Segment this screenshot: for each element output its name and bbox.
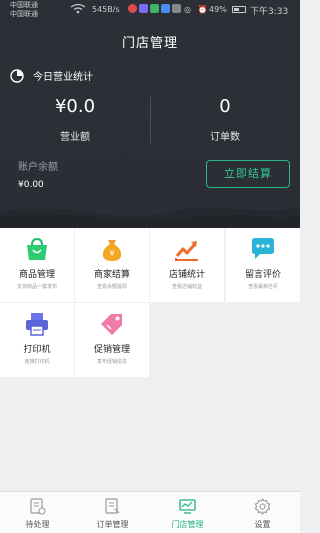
revenue-stat: ¥0.0 营业额 (0, 96, 150, 143)
grid-item-subtitle: 查看余额提现 (96, 284, 127, 290)
notification-icons (128, 4, 181, 13)
grid-item-printer[interactable]: 打印机 连接打印机 (0, 303, 74, 377)
store-summary-header: 中国联通 中国联通 545B/s ◎ ⏰ 49% 下午3:33 门店管理 今日营… (0, 0, 300, 228)
app-notification-icon (161, 4, 170, 13)
grid-item-title: 商品管理 (18, 270, 55, 280)
grid-item-reviews[interactable]: 留言评价 查看最新반评 (226, 228, 300, 302)
battery-percent: 49% (209, 5, 227, 14)
carrier-2: 中国联通 (10, 10, 38, 18)
orders-value: 0 (219, 96, 231, 117)
status-time: 下午3:33 (250, 7, 289, 17)
app-notification-icon (128, 4, 137, 13)
shopping-bag-icon (27, 237, 47, 260)
grid-item-title: 店铺统计 (168, 270, 205, 280)
grid-item-title: 促销管理 (93, 345, 130, 355)
order-doc-icon (105, 498, 120, 514)
grid-item-title: 商家结算 (93, 270, 130, 280)
system-status-icons: ◎ ⏰ (184, 5, 210, 14)
tab-pending[interactable]: 待处理 (0, 492, 75, 533)
tab-label: 订单管理 (96, 520, 129, 529)
grid-item-promotion[interactable]: 促销管理 发布促销信息 (75, 303, 149, 377)
grid-item-goods-management[interactable]: 商品管理 支持商品一键发布 (0, 228, 74, 302)
trend-chart-icon (175, 241, 198, 261)
app-notification-icon (150, 4, 159, 13)
revenue-value: ¥0.0 (54, 96, 96, 117)
chat-bubble-icon (252, 238, 274, 259)
tag-icon (101, 314, 122, 335)
orders-stat: 0 订单数 (150, 96, 300, 143)
network-speed: 545B/s (92, 5, 120, 14)
grid-item-store-statistics[interactable]: 店铺统计 查看店铺收益 (150, 228, 224, 302)
pending-doc-icon (30, 498, 46, 515)
carrier-info: 中国联通 中国联通 (10, 1, 38, 19)
wifi-icon (70, 3, 86, 17)
gear-icon (254, 498, 271, 515)
printer-icon (26, 313, 48, 336)
tab-settings[interactable]: 设置 (225, 492, 300, 533)
tab-label: 待处理 (25, 520, 50, 529)
tab-store-management[interactable]: 门店管理 (150, 492, 225, 533)
orders-label: 订单数 (210, 132, 240, 143)
header-wave-decoration (0, 206, 300, 228)
money-bag-icon: ¥ (102, 240, 122, 261)
status-bar: 中国联通 中国联通 545B/s ◎ ⏰ 49% 下午3:33 (0, 0, 300, 20)
battery-icon (232, 6, 246, 13)
today-stats-label: 今日营业统计 (33, 72, 93, 83)
tab-order-management[interactable]: 订单管理 (75, 492, 150, 533)
grid-item-subtitle: 发布促销信息 (96, 359, 127, 365)
pie-chart-icon (10, 68, 24, 83)
grid-item-subtitle: 支持商品一键发布 (16, 284, 57, 290)
tab-label: 门店管理 (171, 520, 204, 529)
today-stats-heading: 今日营业统计 (10, 68, 93, 83)
grid-item-subtitle: 查看最新반评 (248, 284, 278, 290)
bottom-tab-bar: 待处理 订单管理 门店管理 设置 (0, 491, 300, 533)
grid-item-title: 打印机 (23, 345, 51, 355)
svg-text:¥: ¥ (109, 249, 114, 258)
grid-item-title: 留言评价 (244, 270, 281, 280)
app-notification-icon (139, 4, 148, 13)
grid-item-subtitle: 连接打印机 (24, 359, 50, 365)
page-title: 门店管理 (121, 36, 178, 51)
app-notification-icon (172, 4, 181, 13)
carrier-1: 中国联通 (10, 1, 38, 9)
grid-item-subtitle: 查看店铺收益 (171, 284, 202, 290)
settle-now-button[interactable]: 立即结算 (206, 160, 290, 188)
store-monitor-icon (179, 499, 196, 514)
grid-item-merchant-settlement[interactable]: ¥ 商家结算 查看余额提现 (75, 228, 149, 302)
tab-label: 设置 (254, 520, 271, 529)
revenue-label: 营业额 (60, 132, 90, 143)
balance-label: 账户余额 (18, 162, 58, 173)
balance-value: ¥0.00 (18, 180, 44, 190)
